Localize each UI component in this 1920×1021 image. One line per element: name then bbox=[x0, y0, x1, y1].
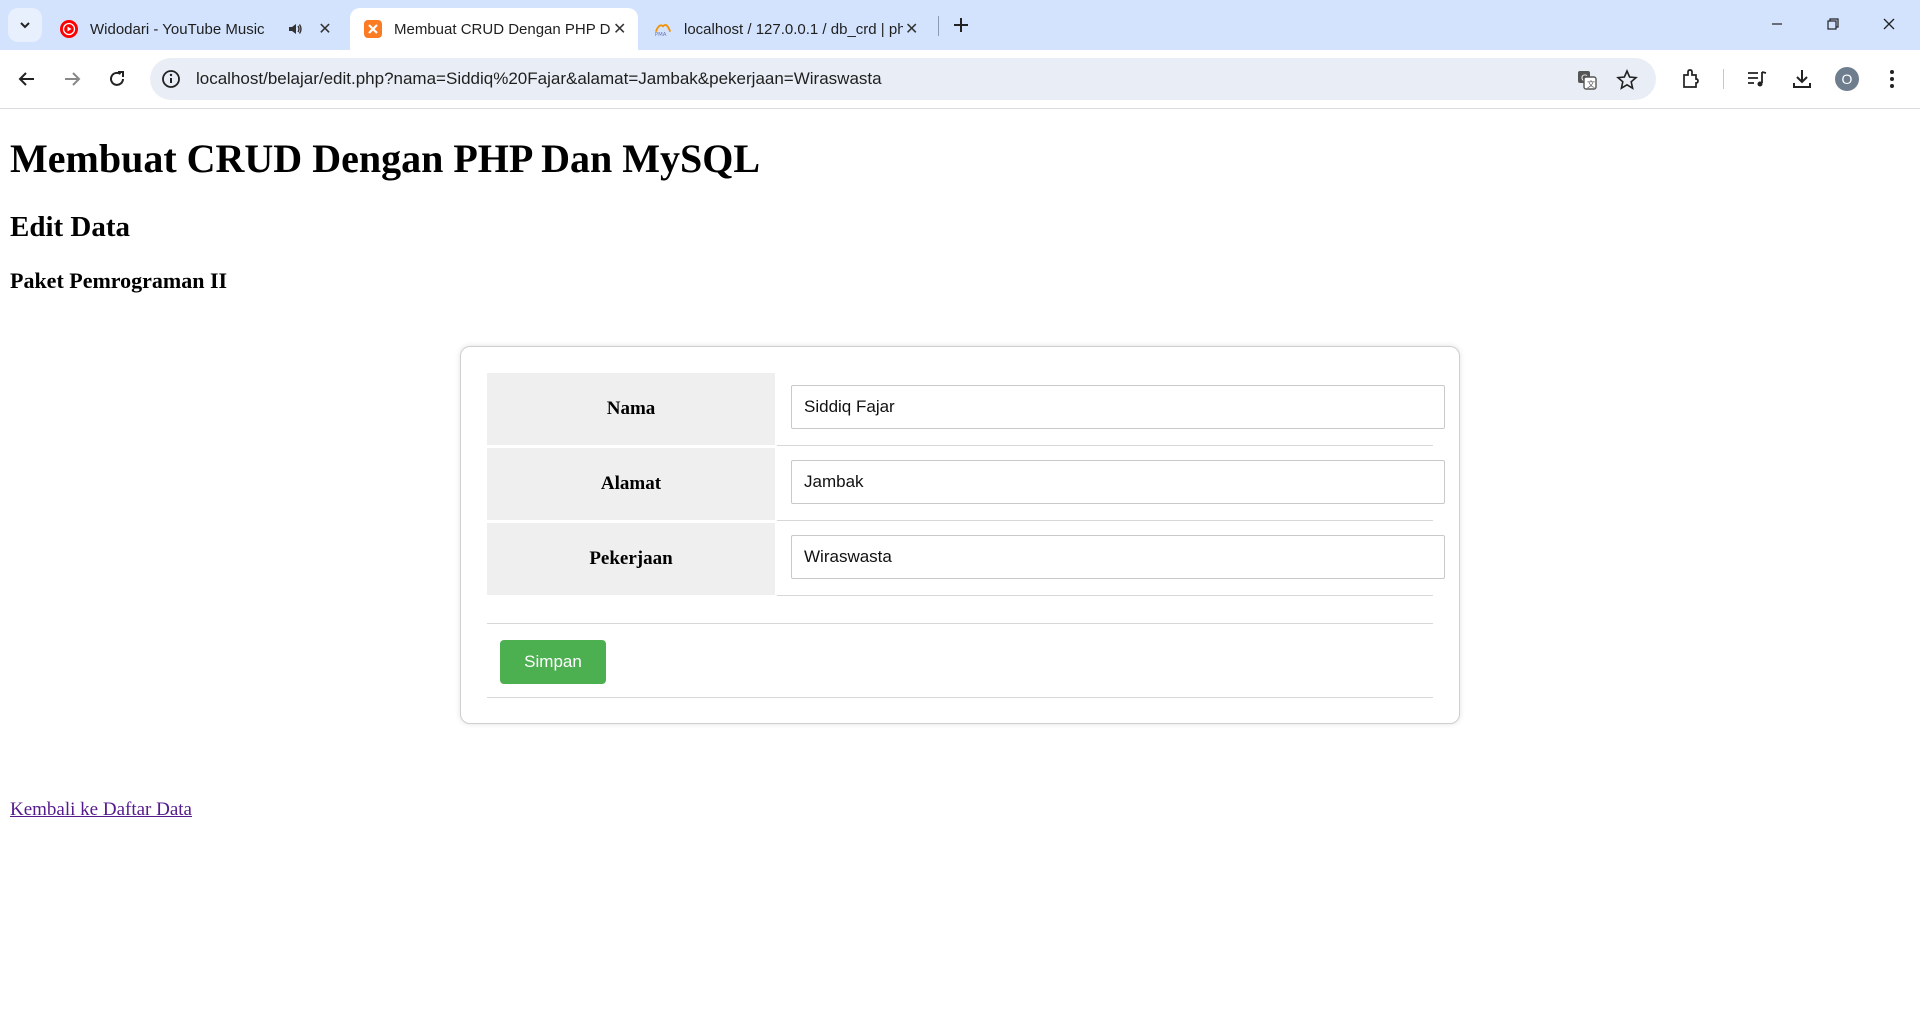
close-icon[interactable]: ✕ bbox=[903, 18, 920, 40]
svg-text:文: 文 bbox=[1587, 79, 1595, 89]
form-row-pekerjaan: Pekerjaan bbox=[487, 523, 1445, 597]
youtube-music-icon bbox=[60, 20, 78, 38]
tab-search-button[interactable] bbox=[8, 8, 42, 42]
back-button[interactable] bbox=[11, 63, 43, 95]
download-icon[interactable] bbox=[1788, 65, 1816, 93]
section-heading: Paket Pemrograman II bbox=[10, 268, 228, 293]
field-label-nama: Nama bbox=[487, 373, 775, 445]
tab-title: Membuat CRUD Dengan PHP Dan MySQL bbox=[394, 20, 611, 38]
edit-form: Nama Alamat Pekerjaan Simpan bbox=[460, 346, 1460, 724]
plus-icon bbox=[954, 18, 968, 32]
row-divider bbox=[487, 697, 1433, 698]
tab-phpmyadmin[interactable]: PMA localhost / 127.0.0.1 / db_crd | php… bbox=[640, 8, 930, 50]
close-icon bbox=[1883, 18, 1895, 30]
minimize-button[interactable] bbox=[1754, 8, 1800, 40]
chevron-down-icon bbox=[20, 22, 30, 29]
site-info-icon[interactable] bbox=[160, 68, 182, 90]
media-control-icon[interactable] bbox=[1743, 65, 1771, 93]
page-subtitle: Edit Data bbox=[10, 211, 131, 243]
forward-button[interactable] bbox=[56, 63, 88, 95]
field-label-alamat: Alamat bbox=[487, 448, 775, 520]
back-to-list-link[interactable]: Kembali ke Daftar Data bbox=[10, 799, 192, 821]
minimize-icon bbox=[1772, 23, 1782, 25]
tab-crud[interactable]: Membuat CRUD Dengan PHP Dan MySQL ✕ bbox=[350, 8, 638, 50]
form-row-alamat: Alamat bbox=[487, 448, 1445, 522]
bookmark-star-icon[interactable] bbox=[1615, 68, 1639, 92]
pekerjaan-input[interactable] bbox=[791, 535, 1445, 579]
phpmyadmin-icon: PMA bbox=[654, 20, 672, 38]
reload-button[interactable] bbox=[101, 63, 133, 95]
restore-icon bbox=[1827, 18, 1839, 30]
svg-text:PMA: PMA bbox=[655, 32, 667, 38]
tab-separator bbox=[938, 16, 939, 36]
url-text: localhost/belajar/edit.php?nama=Siddiq%2… bbox=[196, 69, 882, 88]
arrow-left-icon bbox=[18, 72, 34, 86]
row-divider bbox=[777, 445, 1433, 446]
row-divider bbox=[487, 623, 1433, 624]
extensions-icon[interactable] bbox=[1677, 65, 1705, 93]
alamat-input[interactable] bbox=[791, 460, 1445, 504]
row-divider bbox=[777, 595, 1433, 596]
close-window-button[interactable] bbox=[1866, 8, 1912, 40]
tab-title: localhost / 127.0.0.1 / db_crd | phpMyAd… bbox=[684, 20, 904, 38]
browser-toolbar: localhost/belajar/edit.php?nama=Siddiq%2… bbox=[0, 50, 1920, 109]
save-button[interactable]: Simpan bbox=[500, 640, 606, 684]
nama-input[interactable] bbox=[791, 385, 1445, 429]
tab-strip: Widodari - YouTube Music ✕ Membuat CRUD … bbox=[0, 0, 1920, 50]
arrow-right-icon bbox=[65, 72, 81, 86]
toolbar-separator bbox=[1723, 69, 1724, 89]
speaker-icon[interactable] bbox=[284, 21, 306, 37]
xampp-icon bbox=[364, 20, 382, 38]
close-icon[interactable]: ✕ bbox=[611, 18, 628, 40]
page-content: Membuat CRUD Dengan PHP Dan MySQL Edit D… bbox=[0, 109, 1920, 1021]
profile-avatar[interactable]: O bbox=[1835, 67, 1859, 91]
page-title: Membuat CRUD Dengan PHP Dan MySQL bbox=[10, 136, 761, 181]
reload-icon bbox=[110, 71, 124, 86]
menu-kebab-icon[interactable] bbox=[1878, 65, 1906, 93]
new-tab-button[interactable] bbox=[948, 12, 974, 38]
tab-title: Widodari - YouTube Music bbox=[90, 20, 265, 38]
translate-icon[interactable]: G文 bbox=[1575, 68, 1599, 92]
close-icon[interactable]: ✕ bbox=[314, 18, 336, 40]
field-label-pekerjaan: Pekerjaan bbox=[487, 523, 775, 595]
tab-youtube-music[interactable]: Widodari - YouTube Music ✕ bbox=[46, 8, 346, 50]
row-divider bbox=[777, 520, 1433, 521]
form-row-nama: Nama bbox=[487, 373, 1445, 447]
restore-button[interactable] bbox=[1810, 8, 1856, 40]
address-bar[interactable]: localhost/belajar/edit.php?nama=Siddiq%2… bbox=[150, 58, 1656, 100]
